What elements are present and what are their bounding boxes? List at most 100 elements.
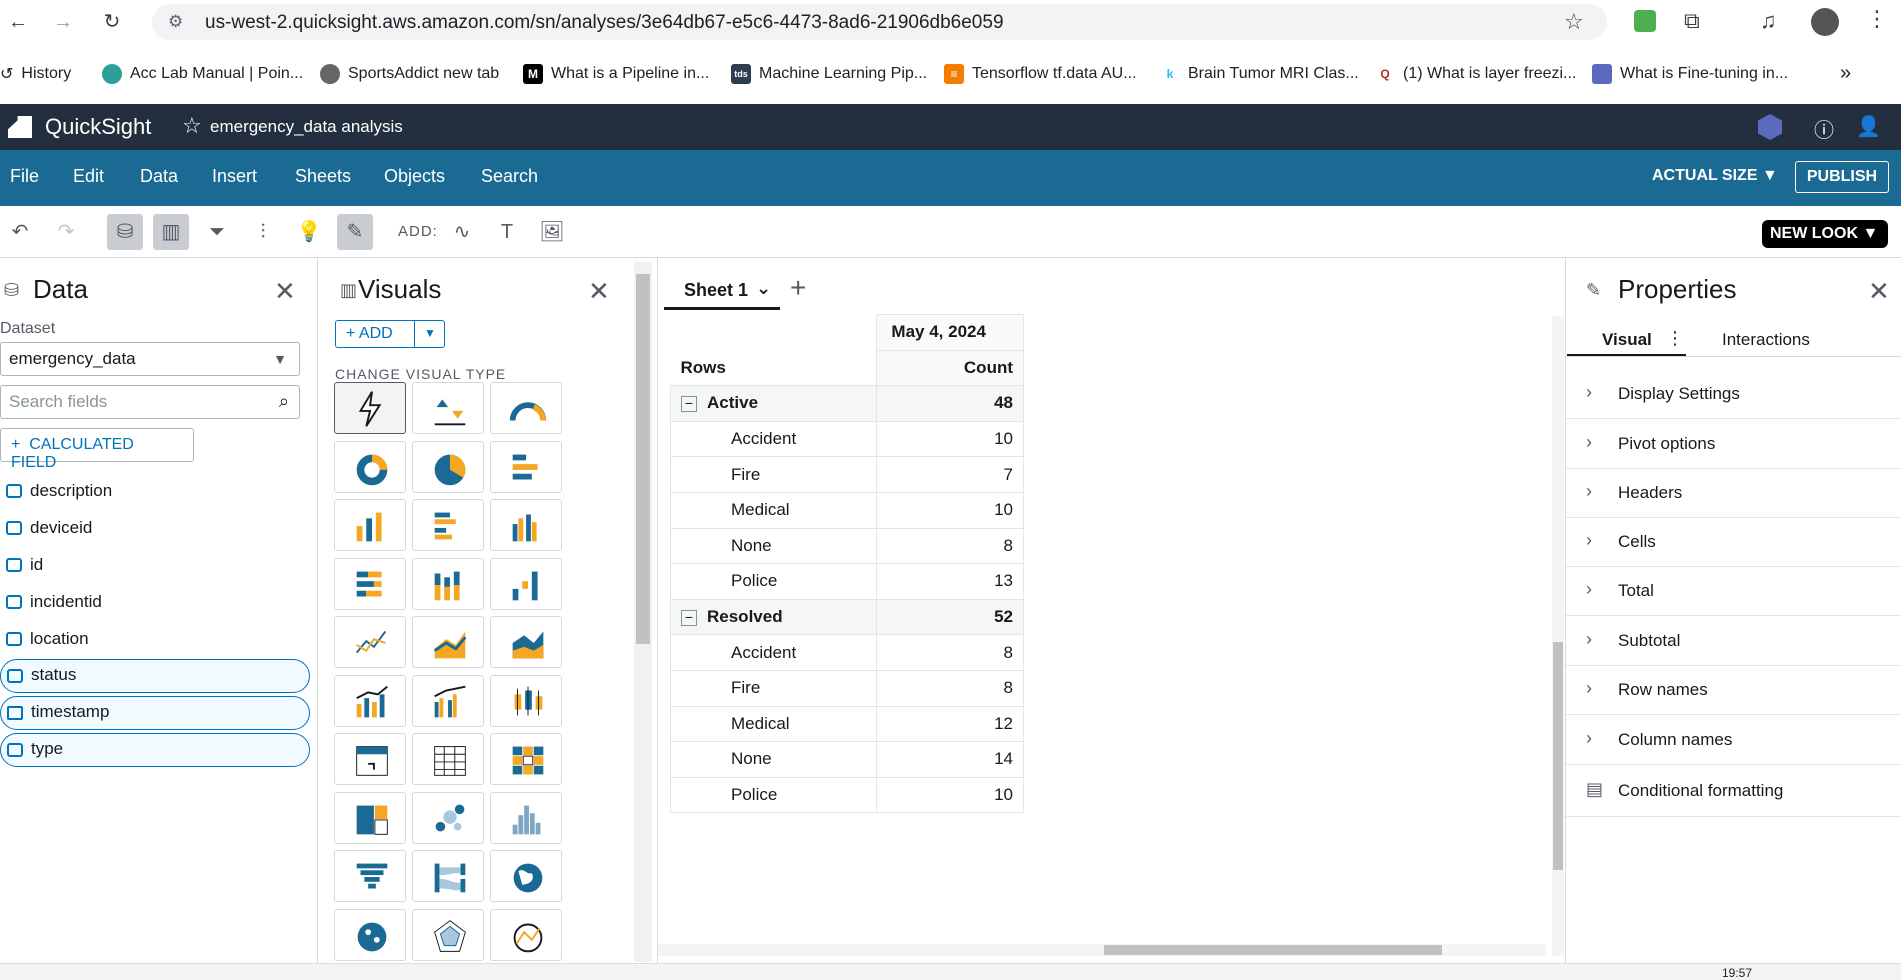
forward-icon[interactable]: →	[51, 10, 75, 34]
undo-icon[interactable]: ↶	[2, 214, 38, 250]
add-sheet-icon[interactable]: +	[790, 272, 806, 304]
back-icon[interactable]: ←	[6, 10, 30, 34]
actual-size-dropdown[interactable]: ACTUAL SIZE ▼	[1652, 167, 1778, 185]
menu-edit[interactable]: Edit	[73, 166, 104, 187]
pivot-row[interactable]: Accident 10	[669, 420, 1024, 458]
visuals-pane-icon[interactable]: ▥	[153, 214, 189, 250]
funnel-chart-icon[interactable]	[334, 850, 406, 902]
pivot-row[interactable]: Medical 12	[669, 705, 1024, 743]
tab-interactions[interactable]: Interactions	[1722, 330, 1810, 350]
parameters-icon[interactable]: ⫶	[245, 214, 281, 250]
pivot-row-value[interactable]: 12	[876, 705, 1024, 743]
radar-chart-icon[interactable]	[412, 908, 484, 961]
point-map-icon[interactable]	[334, 908, 406, 961]
field-item-selected[interactable]: timestamp	[0, 696, 310, 730]
box-plot-icon[interactable]	[490, 674, 562, 727]
calculated-field-button[interactable]: + CALCULATED FIELD	[0, 428, 194, 471]
bookmark-item[interactable]: ≡ Tensorflow tf.data AU...	[944, 64, 1137, 84]
tab-visual[interactable]: Visual	[1602, 330, 1652, 350]
pivot-row-label[interactable]: Police	[669, 776, 878, 814]
autograph-icon[interactable]	[334, 382, 406, 434]
vertical-bar-icon[interactable]	[334, 499, 406, 551]
search-fields-input[interactable]: Search fields ⌕	[0, 385, 300, 419]
field-item[interactable]: description	[0, 475, 310, 509]
pivot-row-label[interactable]: None	[669, 527, 878, 565]
favorite-star-icon[interactable]: ☆	[182, 113, 202, 139]
vertical-scrollbar[interactable]	[1552, 316, 1564, 956]
pivot-row[interactable]: None 14	[669, 741, 1024, 778]
pivot-row-value[interactable]: 8	[876, 669, 1024, 707]
field-item[interactable]: incidentid	[0, 586, 310, 620]
pivot-row[interactable]: Police 13	[669, 563, 1024, 600]
bookmark-item[interactable]: What is Fine-tuning in...	[1592, 64, 1788, 84]
pivot-group-label[interactable]: − Active	[669, 385, 878, 422]
heat-map-icon[interactable]	[490, 733, 562, 785]
pivot-row-label[interactable]: Medical	[669, 491, 878, 529]
horizontal-scrollbar[interactable]	[658, 944, 1546, 956]
pivot-row[interactable]: Fire 7	[669, 456, 1024, 493]
rows-header[interactable]: Rows	[671, 350, 877, 386]
column-header-date[interactable]: May 4, 2024	[876, 314, 1024, 351]
bookmark-item[interactable]: k Brain Tumor MRI Clas...	[1160, 64, 1359, 84]
chevron-down-icon[interactable]: ⌄	[756, 278, 771, 299]
pivot-group-row[interactable]: − Active 48	[669, 385, 1024, 422]
bookmark-star-icon[interactable]: ☆	[1564, 9, 1584, 35]
pivot-row-label[interactable]: Accident	[669, 420, 878, 458]
visuals-scrollbar[interactable]	[634, 262, 652, 962]
site-settings-icon[interactable]: ⚙	[168, 12, 183, 32]
pivot-row[interactable]: Accident 8	[669, 634, 1024, 671]
pivot-table-icon[interactable]	[334, 733, 406, 785]
donut-chart-icon[interactable]	[334, 440, 406, 493]
pivot-group-label[interactable]: − Resolved	[669, 598, 878, 636]
clustered-combo-icon[interactable]	[412, 674, 484, 727]
kpi-icon[interactable]	[412, 382, 484, 434]
caret-down-icon[interactable]: ▼	[414, 320, 445, 348]
pivot-row-label[interactable]: Fire	[669, 669, 878, 707]
property-section[interactable]: ▤ Conditional formatting	[1566, 767, 1901, 817]
pivot-row-value[interactable]: 13	[876, 563, 1024, 600]
menu-data[interactable]: Data	[140, 166, 178, 187]
area-chart-icon[interactable]	[412, 616, 484, 668]
bookmark-item[interactable]: SportsAddict new tab	[320, 64, 499, 84]
add-line-icon[interactable]: ∿	[444, 214, 480, 250]
clustered-bar-icon[interactable]	[412, 499, 484, 551]
property-section[interactable]: › Display Settings	[1566, 370, 1901, 419]
pivot-row[interactable]: Medical 10	[669, 491, 1024, 529]
collapse-icon[interactable]: −	[681, 610, 697, 627]
pie-chart-icon[interactable]	[412, 440, 484, 493]
menu-sheets[interactable]: Sheets	[295, 166, 351, 187]
analysis-name[interactable]: emergency_data analysis	[210, 117, 403, 137]
field-item-selected[interactable]: type	[0, 733, 310, 767]
dataset-select[interactable]: emergency_data ▼	[0, 342, 300, 376]
pivot-row[interactable]: Fire 8	[669, 669, 1024, 707]
pivot-row-label[interactable]: None	[669, 741, 878, 778]
more-options-icon[interactable]: ⋮	[1666, 328, 1684, 349]
bookmark-item[interactable]: Acc Lab Manual | Poin...	[102, 64, 303, 84]
tree-map-icon[interactable]	[334, 791, 406, 844]
pivot-row-label[interactable]: Police	[669, 563, 878, 600]
property-section[interactable]: › Cells	[1566, 518, 1901, 567]
property-section[interactable]: › Pivot options	[1566, 420, 1901, 469]
scrollbar-thumb[interactable]	[1104, 945, 1442, 955]
browser-menu-icon[interactable]: ⋮	[1866, 6, 1888, 32]
insights-lightbulb-icon[interactable]: 💡	[291, 214, 327, 250]
pivot-row-value[interactable]: 10	[876, 491, 1024, 529]
bookmark-item[interactable]: tds Machine Learning Pip...	[731, 64, 927, 84]
property-section[interactable]: › Total	[1566, 567, 1901, 616]
menu-objects[interactable]: Objects	[384, 166, 445, 187]
pivot-row[interactable]: None 8	[669, 527, 1024, 565]
bookmark-item[interactable]: M What is a Pipeline in...	[523, 64, 709, 84]
stacked-area-icon[interactable]	[490, 616, 562, 668]
pivot-group-total[interactable]: 52	[876, 598, 1024, 636]
pivot-row-value[interactable]: 8	[876, 634, 1024, 671]
filter-icon[interactable]: ⏷	[199, 214, 235, 250]
menu-file[interactable]: File	[10, 166, 39, 187]
profile-avatar[interactable]	[1811, 8, 1839, 36]
table-icon[interactable]	[412, 733, 484, 785]
histogram-icon[interactable]	[490, 791, 562, 844]
reload-icon[interactable]: ↻	[100, 10, 124, 34]
property-section[interactable]: › Column names	[1566, 716, 1901, 765]
field-item[interactable]: id	[0, 549, 310, 583]
redo-icon[interactable]: ↷	[48, 214, 84, 250]
sankey-icon[interactable]	[412, 850, 484, 902]
